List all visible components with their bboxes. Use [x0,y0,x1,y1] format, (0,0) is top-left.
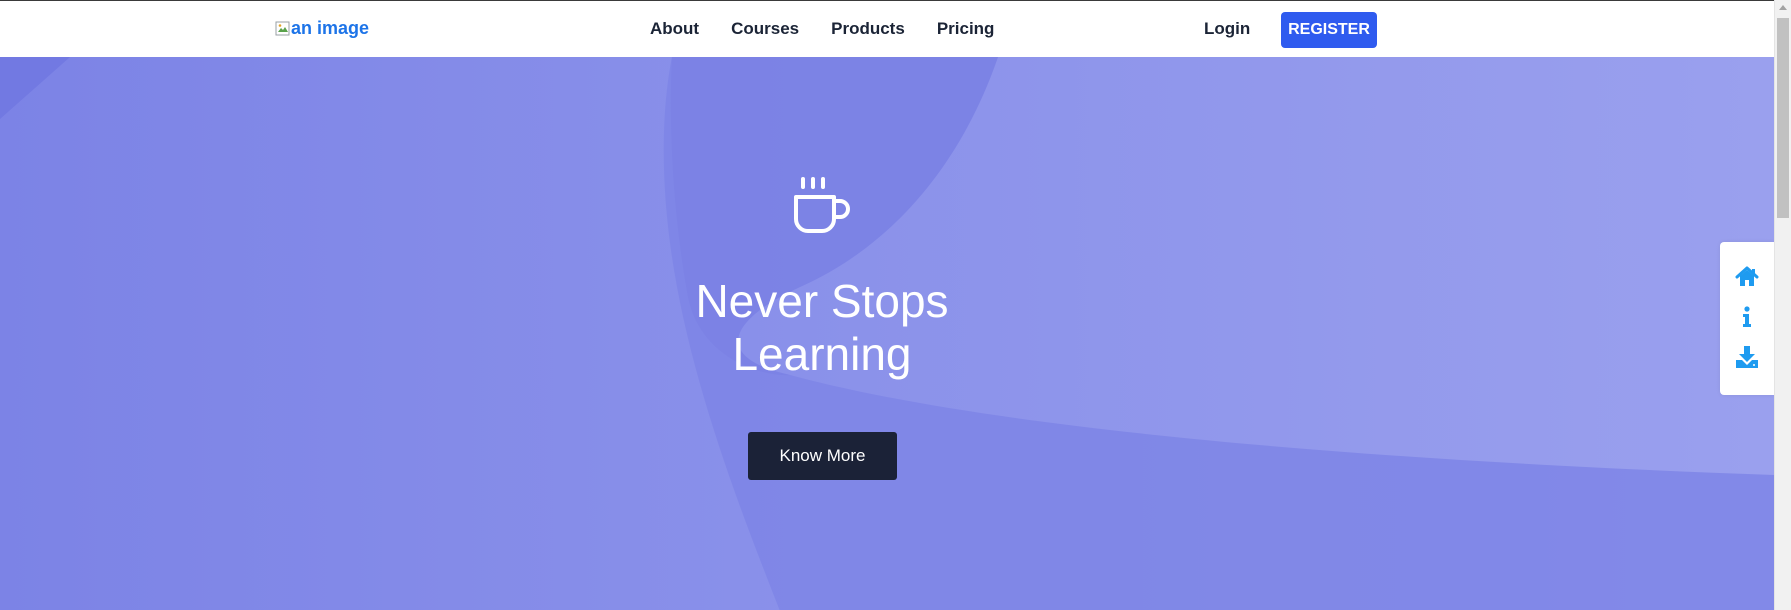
coffee-cup-icon [794,177,850,233]
side-home-button[interactable] [1734,264,1760,290]
nav-item-products[interactable]: Products [831,19,905,39]
logo-alt-text: an image [291,18,370,38]
login-link[interactable]: Login [1204,19,1250,39]
side-info-button[interactable] [1734,304,1760,330]
browser-viewport: an image About Courses Products Pricing … [0,0,1774,610]
register-button[interactable]: REGISTER [1281,12,1377,48]
home-icon [1735,266,1759,286]
hero-title: Never Stops Learning [622,275,1022,381]
scroll-up-arrow-icon[interactable] [1779,5,1787,10]
side-download-button[interactable] [1734,344,1760,370]
info-icon [1743,306,1751,327]
vertical-scrollbar[interactable] [1774,0,1791,610]
know-more-button[interactable]: Know More [748,432,897,480]
main-nav: About Courses Products Pricing [650,19,994,39]
floating-side-menu [1720,242,1774,395]
hero-content: Never Stops Learning Know More [0,57,1644,610]
site-header: an image About Courses Products Pricing … [0,1,1774,57]
nav-item-about[interactable]: About [650,19,699,39]
nav-item-pricing[interactable]: Pricing [937,19,995,39]
nav-item-courses[interactable]: Courses [731,19,799,39]
hero-title-line2: Learning [732,328,912,380]
download-icon [1736,346,1758,368]
broken-image-icon [275,21,291,37]
scroll-thumb[interactable] [1777,18,1789,218]
hero-title-line1: Never Stops [695,275,949,327]
site-logo[interactable]: an image [275,18,369,39]
hero-section: Never Stops Learning Know More [0,57,1774,610]
